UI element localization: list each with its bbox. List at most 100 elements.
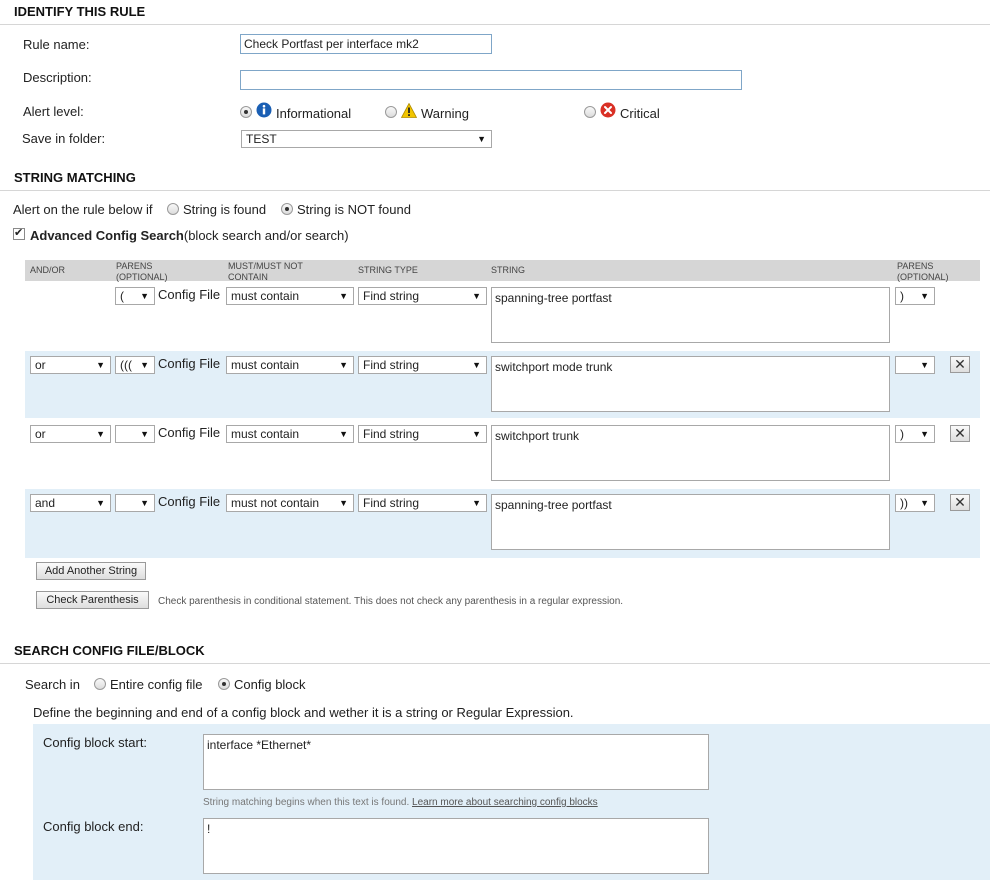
close-parens-select[interactable]: ▼: [895, 356, 935, 374]
header-parens-close: PARENS (OPTIONAL): [897, 261, 949, 283]
config-block-label: Config block: [234, 677, 306, 692]
identify-section-title: IDENTIFY THIS RULE: [14, 4, 146, 19]
and-or-select[interactable]: and ▼: [30, 494, 111, 512]
open-parens-select[interactable]: ▼: [115, 494, 155, 512]
dropdown-arrow-icon: ▼: [339, 498, 348, 508]
header-string: STRING: [491, 265, 526, 275]
save-folder-select[interactable]: TEST ▼: [241, 130, 492, 148]
string-textarea[interactable]: switchport trunk: [491, 425, 890, 481]
header-parens-open: PARENS (OPTIONAL): [116, 261, 168, 283]
string-matching-title: STRING MATCHING: [14, 170, 136, 185]
string-not-found-radio[interactable]: [281, 203, 293, 215]
string-type-value: Find string: [363, 496, 420, 510]
string-found-radio[interactable]: [167, 203, 179, 215]
close-icon: ✕: [954, 494, 966, 510]
string-type-select[interactable]: Find string ▼: [358, 287, 487, 305]
and-or-select[interactable]: or ▼: [30, 356, 111, 374]
alert-warning-label: Warning: [421, 106, 469, 121]
learn-more-link[interactable]: Learn more about searching config blocks: [412, 797, 598, 808]
close-parens-value: )): [900, 496, 908, 510]
string-type-select[interactable]: Find string ▼: [358, 425, 487, 443]
open-parens-select[interactable]: (((▼: [115, 356, 155, 374]
config-file-label: Config File: [158, 425, 221, 440]
section-divider: [0, 190, 990, 191]
open-parens-select[interactable]: ▼: [115, 425, 155, 443]
advanced-search-suffix: (block search and/or search): [183, 228, 349, 243]
string-row: or ▼ (((▼ Config File must contain ▼ Find …: [25, 351, 980, 418]
dropdown-arrow-icon: ▼: [96, 360, 105, 370]
string-row: or ▼ ▼ Config File must contain ▼ Find str…: [25, 420, 980, 487]
search-in-label: Search in: [25, 677, 80, 692]
dropdown-arrow-icon: ▼: [140, 429, 149, 439]
alert-informational-radio[interactable]: [240, 106, 252, 118]
block-start-hint-text: String matching begins when this text is…: [203, 797, 410, 808]
remove-row-button[interactable]: ✕: [950, 356, 970, 373]
dropdown-arrow-icon: ▼: [140, 498, 149, 508]
dropdown-arrow-icon: ▼: [920, 498, 929, 508]
advanced-search-checkbox[interactable]: [13, 226, 25, 240]
close-icon: ✕: [954, 356, 966, 372]
block-end-textarea[interactable]: !: [203, 818, 709, 874]
string-type-select[interactable]: Find string ▼: [358, 356, 487, 374]
dropdown-arrow-icon: ▼: [472, 360, 481, 370]
string-textarea[interactable]: spanning-tree portfast: [491, 287, 890, 343]
and-or-value: and: [35, 496, 56, 510]
close-parens-select[interactable]: )) ▼: [895, 494, 935, 512]
check-parenthesis-button[interactable]: Check Parenthesis: [36, 591, 149, 609]
block-start-textarea[interactable]: interface *Ethernet*: [203, 734, 709, 790]
dropdown-arrow-icon: ▼: [96, 429, 105, 439]
rule-name-input[interactable]: Check Portfast per interface mk2: [240, 34, 492, 54]
advanced-search-title: Advanced Config Search: [30, 228, 184, 243]
open-parens-select[interactable]: (▼: [115, 287, 155, 305]
dropdown-arrow-icon: ▼: [920, 360, 929, 370]
must-contain-value: must not contain: [231, 496, 320, 510]
header-andor: AND/OR: [30, 265, 66, 275]
string-textarea[interactable]: spanning-tree portfast: [491, 494, 890, 550]
rule-name-label: Rule name:: [23, 37, 90, 52]
add-another-string-button[interactable]: Add Another String: [36, 562, 146, 580]
remove-row-button[interactable]: ✕: [950, 425, 970, 442]
save-folder-value: TEST: [246, 132, 277, 146]
must-contain-value: must contain: [231, 289, 300, 303]
search-block-title: SEARCH CONFIG FILE/BLOCK: [14, 643, 205, 658]
warning-icon: [401, 103, 417, 118]
close-parens-value: ): [900, 427, 904, 441]
section-divider: [0, 663, 990, 664]
check-parenthesis-note: Check parenthesis in conditional stateme…: [158, 596, 624, 607]
entire-config-label: Entire config file: [110, 677, 203, 692]
critical-icon: [600, 102, 616, 118]
alert-warning-radio[interactable]: [385, 106, 397, 118]
remove-row-button[interactable]: ✕: [950, 494, 970, 511]
string-textarea[interactable]: switchport mode trunk: [491, 356, 890, 412]
alert-critical-radio[interactable]: [584, 106, 596, 118]
dropdown-arrow-icon: ▼: [477, 134, 486, 144]
must-contain-select[interactable]: must not contain ▼: [226, 494, 354, 512]
must-contain-select[interactable]: must contain ▼: [226, 425, 354, 443]
header-must: MUST/MUST NOT CONTAIN: [228, 261, 303, 283]
must-contain-select[interactable]: must contain ▼: [226, 287, 354, 305]
description-input[interactable]: [240, 70, 742, 90]
string-type-select[interactable]: Find string ▼: [358, 494, 487, 512]
dropdown-arrow-icon: ▼: [920, 291, 929, 301]
must-contain-select[interactable]: must contain ▼: [226, 356, 354, 374]
header-string-type: STRING TYPE: [358, 265, 418, 275]
dropdown-arrow-icon: ▼: [472, 429, 481, 439]
and-or-select[interactable]: or ▼: [30, 425, 111, 443]
config-file-label: Config File: [158, 287, 221, 302]
string-type-value: Find string: [363, 358, 420, 372]
alert-level-label: Alert level:: [23, 104, 84, 119]
string-not-found-label: String is NOT found: [297, 202, 411, 217]
close-parens-select[interactable]: ) ▼: [895, 287, 935, 305]
close-parens-select[interactable]: ) ▼: [895, 425, 935, 443]
alert-if-label: Alert on the rule below if: [13, 202, 153, 217]
config-block-radio[interactable]: [218, 678, 230, 690]
dropdown-arrow-icon: ▼: [472, 498, 481, 508]
block-start-label: Config block start:: [43, 735, 148, 750]
and-or-value: or: [35, 358, 46, 372]
open-parens-value: (((: [120, 358, 132, 372]
dropdown-arrow-icon: ▼: [339, 360, 348, 370]
save-folder-label: Save in folder:: [22, 131, 106, 146]
entire-config-radio[interactable]: [94, 678, 106, 690]
dropdown-arrow-icon: ▼: [472, 291, 481, 301]
string-row: and ▼ ▼ Config File must not contain ▼ Fin…: [25, 489, 980, 558]
